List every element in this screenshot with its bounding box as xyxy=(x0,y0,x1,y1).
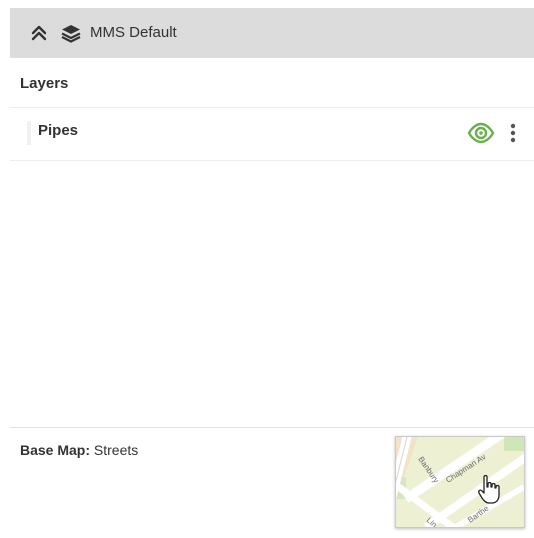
map-header: MMS Default xyxy=(10,8,534,58)
layers-stack-icon xyxy=(60,22,82,44)
double-chevron-up-icon[interactable] xyxy=(28,22,50,44)
layers-list-area xyxy=(10,161,534,427)
basemap-label: Base Map: Streets xyxy=(20,442,138,458)
basemap-footer: Base Map: Streets Banbury Chapman Av Bar… xyxy=(10,427,534,538)
layers-heading-text: Layers xyxy=(20,75,69,92)
map-name: MMS Default xyxy=(90,24,177,41)
basemap-thumbnail[interactable]: Banbury Chapman Av Barthe Lin xyxy=(395,436,525,528)
basemap-label-key: Base Map: xyxy=(20,442,91,458)
drag-handle[interactable] xyxy=(27,121,31,145)
layer-list-panel: MMS Default Layers Pipes Base Map: Stree… xyxy=(0,0,534,538)
layer-name: Pipes xyxy=(38,122,79,139)
kebab-menu-icon[interactable] xyxy=(505,121,521,145)
layer-row-pipes[interactable]: Pipes xyxy=(10,108,534,161)
eye-icon[interactable] xyxy=(467,121,495,145)
layers-heading: Layers xyxy=(10,58,534,108)
basemap-value: Streets xyxy=(93,442,139,458)
